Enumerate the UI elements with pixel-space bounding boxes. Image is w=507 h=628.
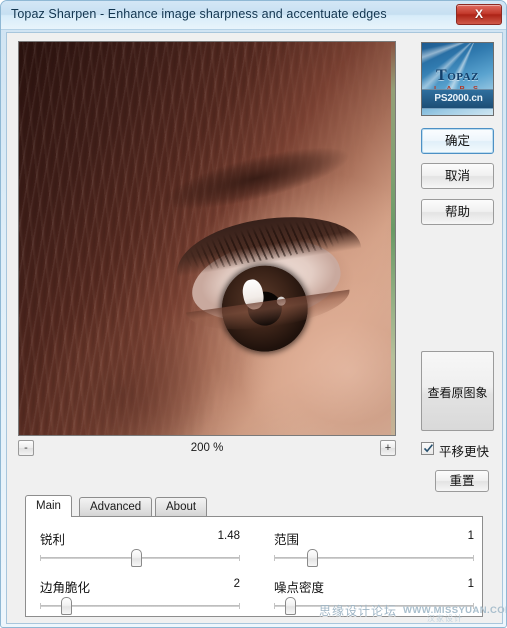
- image-preview-pane[interactable]: [18, 41, 396, 436]
- slider-label-edge-crispen: 边角脆化: [40, 581, 91, 595]
- view-original-button[interactable]: 查看原图象: [421, 351, 494, 431]
- slider-thumb-noise-density[interactable]: [285, 597, 296, 615]
- tab-about[interactable]: About: [155, 497, 208, 516]
- slider-value-sharpen: 1.48: [217, 530, 240, 542]
- cancel-button[interactable]: 取消: [421, 163, 494, 189]
- logo-banner: PS2000.cn: [422, 89, 493, 109]
- view-original-label: 查看原图象: [427, 386, 488, 400]
- slider-track-edge-crispen[interactable]: [40, 597, 240, 615]
- checkmark-icon: [423, 444, 434, 453]
- client-area: - 200 % + Topaz L A B S PS2000.cn 确定 取消 …: [6, 32, 503, 624]
- slider-rail: [274, 605, 474, 607]
- pan-faster-label: 平移更快: [439, 445, 490, 459]
- slider-track-range[interactable]: [274, 549, 474, 567]
- slider-tick-min: [40, 603, 41, 609]
- slider-tick-max: [473, 555, 474, 561]
- preview-image[interactable]: [19, 42, 395, 435]
- window-title: Topaz Sharpen - Enhance image sharpness …: [11, 7, 387, 21]
- slider-rail: [274, 557, 474, 559]
- ok-button[interactable]: 确定: [421, 128, 494, 154]
- preview-edge-artifact: [391, 42, 395, 435]
- slider-value-edge-crispen: 2: [233, 578, 240, 590]
- tab-main[interactable]: Main: [25, 495, 72, 517]
- topaz-labs-logo: Topaz L A B S PS2000.cn: [421, 42, 494, 116]
- slider-label-noise-density: 噪点密度: [274, 581, 325, 595]
- slider-track-sharpen[interactable]: [40, 549, 240, 567]
- preview-vignette: [19, 42, 395, 435]
- slider-label-range: 范围: [274, 533, 300, 547]
- reset-button[interactable]: 重置: [435, 470, 489, 492]
- slider-tick-min: [274, 555, 275, 561]
- logo-brand-text: Topaz: [436, 67, 479, 84]
- zoom-level-label: 200 %: [190, 442, 224, 454]
- tab-strip: Main Advanced About: [25, 495, 483, 517]
- slider-thumb-range[interactable]: [307, 549, 318, 567]
- pan-faster-checkbox[interactable]: [421, 442, 434, 455]
- slider-tick-max: [239, 603, 240, 609]
- tab-advanced[interactable]: Advanced: [79, 497, 153, 516]
- slider-track-noise-density[interactable]: [274, 597, 474, 615]
- close-icon: X: [474, 7, 483, 21]
- topaz-sharpen-window: Topaz Sharpen - Enhance image sharpness …: [0, 0, 507, 628]
- slider-thumb-edge-crispen[interactable]: [61, 597, 72, 615]
- zoom-in-button[interactable]: +: [380, 440, 396, 456]
- slider-tick-max: [239, 555, 240, 561]
- zoom-control-row: - 200 % +: [18, 439, 396, 461]
- slider-tick-min: [40, 555, 41, 561]
- slider-value-range: 1: [467, 530, 474, 542]
- main-tab-panel: 锐利 1.48 范围 1 边角脆化 2 噪点密度 1: [25, 516, 483, 617]
- close-button[interactable]: X: [456, 4, 502, 25]
- logo-banner-text: PS2000.cn: [434, 93, 483, 104]
- help-button[interactable]: 帮助: [421, 199, 494, 225]
- slider-tick-min: [274, 603, 275, 609]
- slider-thumb-sharpen[interactable]: [131, 549, 142, 567]
- slider-tick-max: [473, 603, 474, 609]
- slider-label-sharpen: 锐利: [40, 533, 66, 547]
- title-bar[interactable]: Topaz Sharpen - Enhance image sharpness …: [1, 1, 506, 30]
- slider-value-noise-density: 1: [467, 578, 474, 590]
